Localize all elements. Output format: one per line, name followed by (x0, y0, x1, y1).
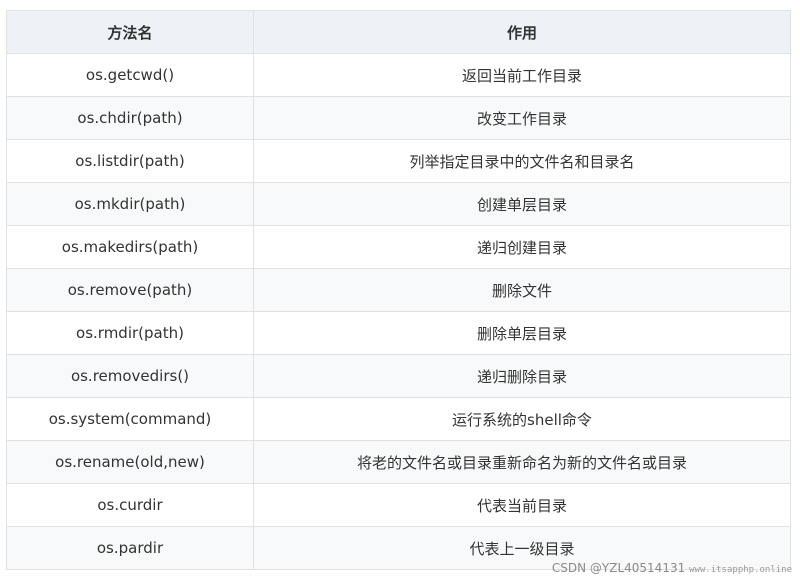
method-name-cell: os.mkdir(path) (6, 182, 254, 226)
method-name-cell: os.removedirs() (6, 354, 254, 398)
table-row: os.listdir(path) 列举指定目录中的文件名和目录名 (6, 139, 791, 183)
header-method-name: 方法名 (6, 10, 254, 54)
method-name-cell: os.rmdir(path) (6, 311, 254, 355)
purpose-cell: 返回当前工作目录 (253, 53, 791, 97)
method-name-cell: os.rename(old,new) (6, 440, 254, 484)
purpose-cell: 删除文件 (253, 268, 791, 312)
table-row: os.removedirs() 递归删除目录 (6, 354, 791, 398)
method-name-cell: os.getcwd() (6, 53, 254, 97)
purpose-cell: 创建单层目录 (253, 182, 791, 226)
table-row: os.chdir(path) 改变工作目录 (6, 96, 791, 140)
purpose-cell: 删除单层目录 (253, 311, 791, 355)
purpose-cell: 递归创建目录 (253, 225, 791, 269)
table-row: os.getcwd() 返回当前工作目录 (6, 53, 791, 97)
table-row: os.mkdir(path) 创建单层目录 (6, 182, 791, 226)
methods-table-container: 方法名 作用 os.getcwd() 返回当前工作目录 os.chdir(path)… (6, 10, 791, 570)
method-name-cell: os.pardir (6, 526, 254, 570)
table-row: os.curdir 代表当前目录 (6, 483, 791, 527)
table-row: os.rename(old,new) 将老的文件名或目录重新命名为新的文件名或目录 (6, 440, 791, 484)
watermark-author: CSDN @YZL40514131 (551, 561, 686, 575)
table-row: os.makedirs(path) 递归创建目录 (6, 225, 791, 269)
method-name-cell: os.remove(path) (6, 268, 254, 312)
method-name-cell: os.system(command) (6, 397, 254, 441)
os-methods-table: 方法名 作用 os.getcwd() 返回当前工作目录 os.chdir(path)… (6, 10, 791, 570)
purpose-cell: 递归删除目录 (253, 354, 791, 398)
table-row: os.system(command) 运行系统的shell命令 (6, 397, 791, 441)
method-name-cell: os.chdir(path) (6, 96, 254, 140)
purpose-cell: 改变工作目录 (253, 96, 791, 140)
table-row: os.rmdir(path) 删除单层目录 (6, 311, 791, 355)
purpose-cell: 代表当前目录 (253, 483, 791, 527)
method-name-cell: os.listdir(path) (6, 139, 254, 183)
table-body: os.getcwd() 返回当前工作目录 os.chdir(path) 改变工作目录 o… (6, 53, 791, 570)
method-name-cell: os.curdir (6, 483, 254, 527)
purpose-cell: 将老的文件名或目录重新命名为新的文件名或目录 (253, 440, 791, 484)
csdn-watermark: CSDN @YZL40514131 www.itsapphp.online (552, 561, 792, 575)
table-header-row: 方法名 作用 (6, 10, 791, 54)
watermark-url: www.itsapphp.online (689, 565, 792, 575)
method-name-cell: os.makedirs(path) (6, 225, 254, 269)
header-purpose: 作用 (253, 10, 791, 54)
purpose-cell: 运行系统的shell命令 (253, 397, 791, 441)
purpose-cell: 列举指定目录中的文件名和目录名 (253, 139, 791, 183)
table-row: os.remove(path) 删除文件 (6, 268, 791, 312)
